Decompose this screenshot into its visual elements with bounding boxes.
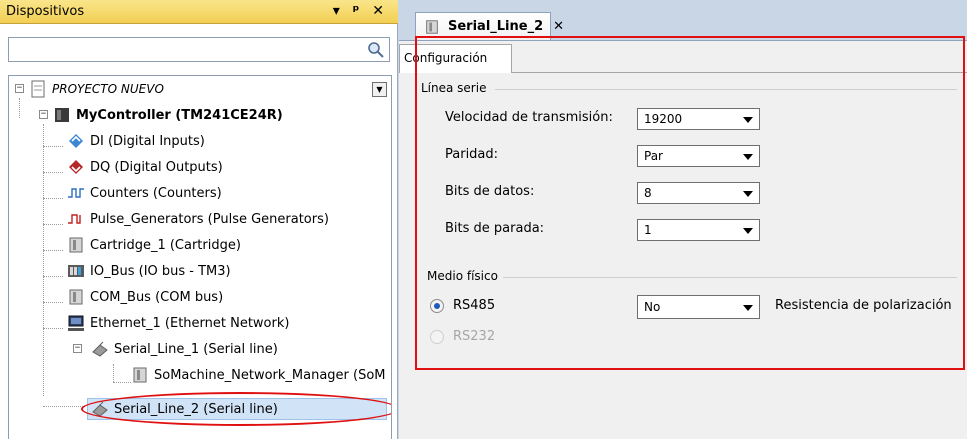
collapse-toggle[interactable]: − <box>73 344 82 353</box>
tree-node-network-manager[interactable]: SoMachine_Network_Manager (SoM <box>131 364 386 386</box>
tree-node-pulse[interactable]: Pulse_Generators (Pulse Generators) <box>67 208 329 230</box>
tree-node-ethernet[interactable]: Ethernet_1 (Ethernet Network) <box>67 312 289 334</box>
tree-label: DI (Digital Inputs) <box>90 133 205 149</box>
tree-node-dq[interactable]: DQ (Digital Outputs) <box>67 156 223 178</box>
collapse-toggle[interactable]: − <box>15 84 24 93</box>
tree-label: Serial_Line_1 (Serial line) <box>114 341 278 357</box>
search-input[interactable] <box>9 38 359 61</box>
counter-icon <box>67 184 85 202</box>
close-icon[interactable]: ✕ <box>372 3 388 19</box>
tree-label: SoMachine_Network_Manager (SoM <box>154 367 386 383</box>
tree-node-cartridge[interactable]: Cartridge_1 (Cartridge) <box>67 234 241 256</box>
devices-panel: Dispositivos ▾ ᵖ ✕ − PROYECTO NUEVO ▼ − … <box>0 0 398 439</box>
tree-label: COM_Bus (COM bus) <box>90 289 224 305</box>
project-icon <box>29 80 47 98</box>
pin-icon[interactable]: ᵖ <box>353 3 364 19</box>
close-icon[interactable]: ✕ <box>553 19 564 34</box>
io-bus-icon <box>67 262 85 280</box>
devices-panel-title: Dispositivos <box>6 4 85 19</box>
devices-panel-titlebar: Dispositivos ▾ ᵖ ✕ <box>0 0 398 24</box>
module-icon <box>131 366 149 384</box>
project-label: PROYECTO NUEVO <box>52 82 164 96</box>
tree-label: Cartridge_1 (Cartridge) <box>90 237 241 253</box>
module-icon <box>424 19 440 35</box>
controller-icon <box>53 106 71 124</box>
tree-label: Counters (Counters) <box>90 185 222 201</box>
tree-node-counters[interactable]: Counters (Counters) <box>67 182 222 204</box>
highlight-ellipse <box>81 392 391 426</box>
device-tree: − PROYECTO NUEVO ▼ − MyController (TM241… <box>8 75 392 439</box>
tab-title: Serial_Line_2 <box>448 19 544 34</box>
digital-output-icon <box>67 158 85 176</box>
chevron-down-icon[interactable]: ▼ <box>372 82 387 97</box>
panel-menu-icon[interactable]: ▾ <box>333 3 344 19</box>
network-icon <box>67 314 85 332</box>
tree-node-di[interactable]: DI (Digital Inputs) <box>67 130 205 152</box>
tree-label: Pulse_Generators (Pulse Generators) <box>90 211 329 227</box>
highlight-rectangle <box>415 36 965 370</box>
tree-label: IO_Bus (IO bus - TM3) <box>90 263 231 279</box>
search-box[interactable] <box>8 37 390 62</box>
digital-input-icon <box>67 132 85 150</box>
tree-label: Ethernet_1 (Ethernet Network) <box>90 315 290 331</box>
tree-node-combus[interactable]: COM_Bus (COM bus) <box>67 286 223 308</box>
tree-label: DQ (Digital Outputs) <box>90 159 223 175</box>
module-icon <box>67 288 85 306</box>
tree-node-project[interactable]: PROYECTO NUEVO <box>29 78 164 100</box>
panel-controls[interactable]: ▾ ᵖ ✕ <box>333 3 388 19</box>
controller-label: MyController (TM241CE24R) <box>76 107 283 123</box>
editor-panel: Serial_Line_2 ✕ Configuración Línea seri… <box>399 0 967 439</box>
pulse-generator-icon <box>67 210 85 228</box>
module-icon <box>67 236 85 254</box>
collapse-toggle[interactable]: − <box>39 110 48 119</box>
serial-line-icon <box>91 340 109 358</box>
tree-node-iobus[interactable]: IO_Bus (IO bus - TM3) <box>67 260 231 282</box>
tree-node-serial-1[interactable]: Serial_Line_1 (Serial line) <box>91 338 278 360</box>
search-icon[interactable] <box>367 41 385 59</box>
tree-node-controller[interactable]: MyController (TM241CE24R) <box>53 104 283 126</box>
